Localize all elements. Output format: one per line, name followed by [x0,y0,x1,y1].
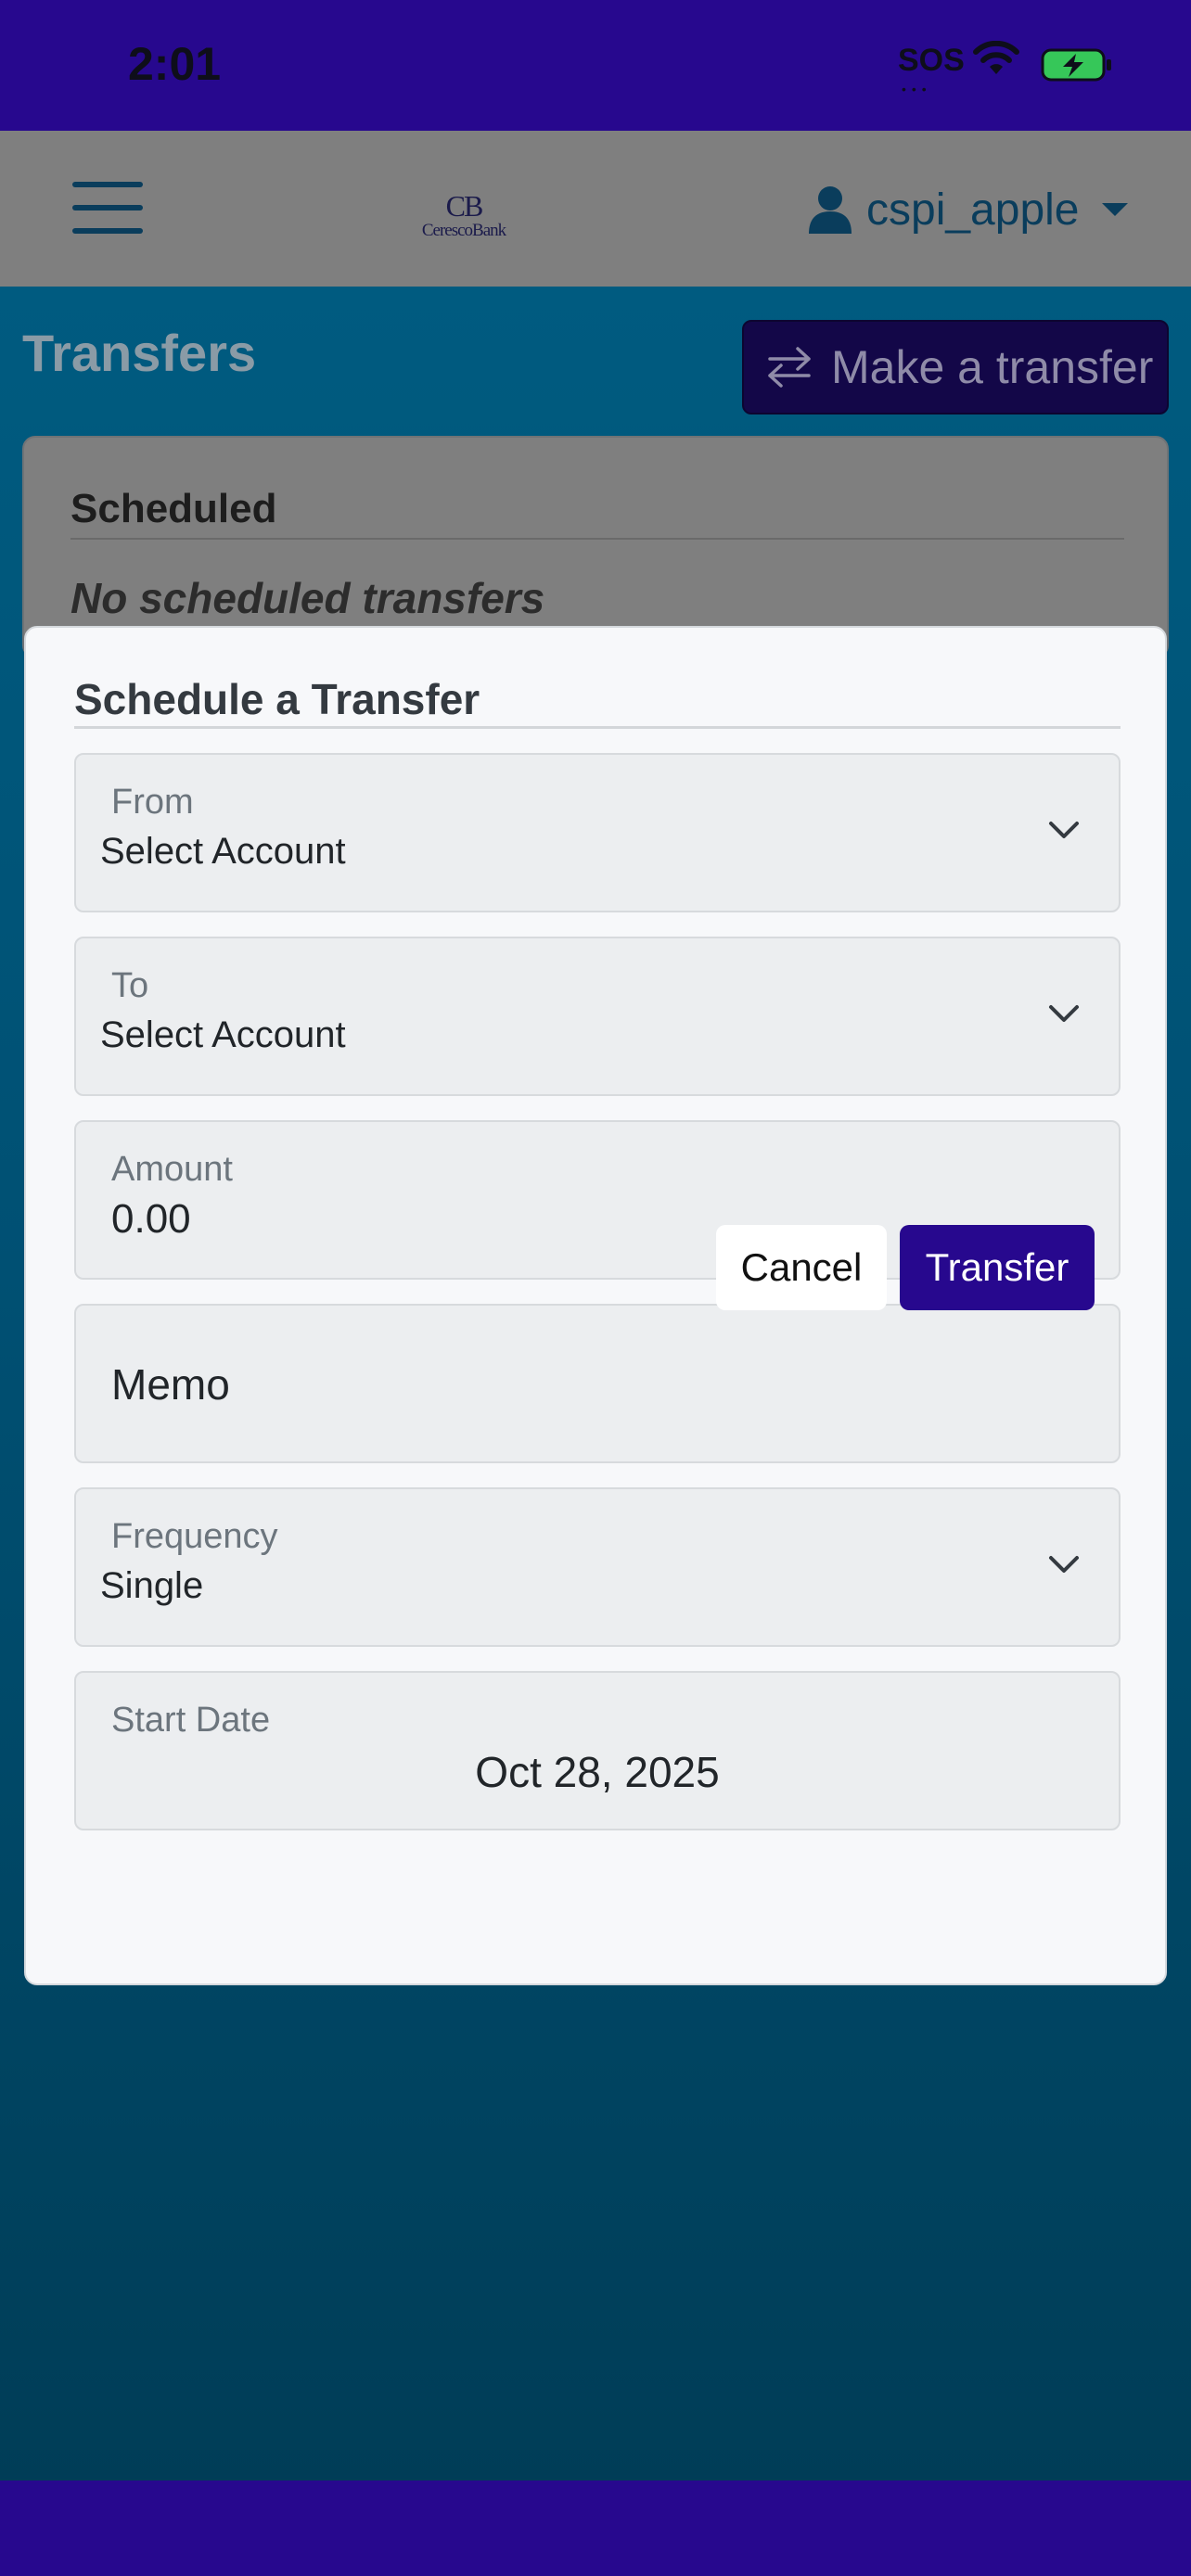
divider [70,538,1124,540]
frequency-select[interactable]: Frequency Single [74,1487,1121,1647]
chevron-down-icon [1049,822,1079,838]
scheduled-empty-text: No scheduled transfers [70,574,545,622]
divider [74,726,1121,729]
start-date-value: Oct 28, 2025 [475,1748,720,1796]
caret-down-icon [1101,203,1128,216]
user-menu[interactable]: cspi_apple [809,182,1128,237]
from-select[interactable]: From Select Account [74,753,1121,912]
make-transfer-label: Make a transfer [831,341,1154,393]
frequency-value: Single [100,1565,204,1606]
page-title: Transfers [22,324,257,382]
transfer-arrows-icon [768,347,811,388]
bank-logo[interactable]: CB CerescoBank [408,191,519,247]
modal-title: Schedule a Transfer [74,675,480,723]
scheduled-title: Scheduled [70,486,277,531]
transfer-button[interactable]: Transfer [900,1225,1095,1310]
frequency-label: Frequency [111,1517,278,1556]
hamburger-menu-icon[interactable] [72,182,143,234]
to-value: Select Account [100,1014,346,1055]
user-icon [809,186,852,234]
amount-value: 0.00 [111,1196,191,1242]
start-date-input[interactable]: Start Date Oct 28, 2025 [74,1671,1121,1830]
start-date-label: Start Date [111,1701,271,1740]
status-bar: 2:01 SOS ••• [0,0,1191,131]
make-transfer-button[interactable]: Make a transfer [742,320,1169,414]
from-value: Select Account [100,831,346,872]
sos-indicator: SOS [898,43,965,78]
to-select[interactable]: To Select Account [74,937,1121,1096]
amount-label: Amount [111,1150,233,1189]
status-time: 2:01 [128,38,222,90]
bottom-bar [0,2480,1191,2576]
signal-dots-icon: ••• [902,82,932,96]
cancel-button[interactable]: Cancel [716,1225,887,1310]
chevron-down-icon [1049,1556,1079,1573]
battery-charging-icon [1041,48,1111,82]
chevron-down-icon [1049,1005,1079,1022]
memo-placeholder: Memo [111,1360,230,1409]
logo-text: CerescoBank [421,221,506,240]
from-label: From [111,783,194,822]
scheduled-card: Scheduled No scheduled transfers [22,436,1169,658]
to-label: To [111,966,149,1005]
username-label: cspi_apple [866,185,1080,235]
memo-input[interactable]: Memo [74,1304,1121,1463]
logo-mark: CB [445,189,484,223]
wifi-icon [973,41,1019,74]
